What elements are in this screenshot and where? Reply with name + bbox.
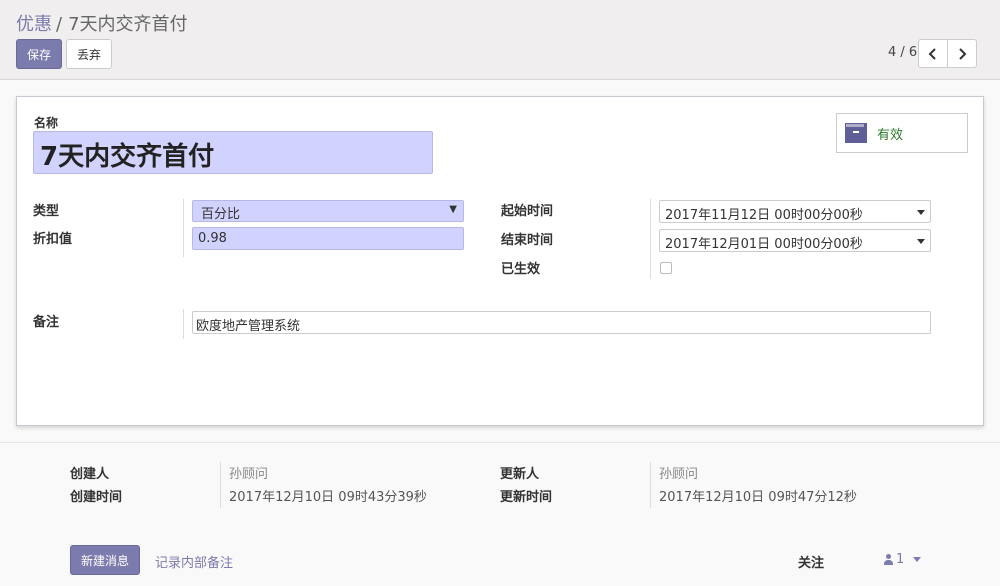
divider xyxy=(650,199,651,279)
divider xyxy=(650,462,651,508)
name-label: 名称 xyxy=(34,116,59,130)
caret-down-icon xyxy=(913,557,922,562)
chevron-right-icon xyxy=(959,47,967,60)
type-label: 类型 xyxy=(33,204,60,219)
log-note-link[interactable]: 记录内部备注 xyxy=(155,552,233,571)
pager-previous-button[interactable] xyxy=(918,39,948,68)
end-time-value: 2017年12月01日 00时00分00秒 xyxy=(665,237,863,252)
start-time-value: 2017年11月12日 00时00分00秒 xyxy=(665,208,863,223)
new-message-button[interactable]: 新建消息 xyxy=(70,545,140,575)
dropdown-caret-icon xyxy=(917,210,925,215)
dropdown-caret-icon xyxy=(917,239,925,244)
discount-label: 折扣值 xyxy=(33,232,73,247)
pager-next-button[interactable] xyxy=(947,39,977,68)
pager-value: 4 / 6 xyxy=(888,45,918,60)
save-button[interactable]: 保存 xyxy=(16,39,62,69)
active-toggle-button[interactable]: 有效 xyxy=(836,113,968,153)
created-time-value: 2017年12月10日 09时43分39秒 xyxy=(229,490,427,505)
end-time-label: 结束时间 xyxy=(501,233,554,248)
divider xyxy=(183,309,184,339)
breadcrumb-parent-link[interactable]: 优惠 xyxy=(16,14,52,35)
type-select-value: 百分比 xyxy=(201,207,241,222)
effective-checkbox[interactable] xyxy=(660,262,672,274)
start-time-label: 起始时间 xyxy=(501,204,554,219)
dropdown-caret-icon: ▼ xyxy=(449,204,457,215)
follow-button[interactable]: 关注 xyxy=(798,552,824,571)
divider xyxy=(183,199,184,257)
created-time-label: 创建时间 xyxy=(70,490,123,505)
updater-label: 更新人 xyxy=(500,467,540,482)
creator-link[interactable]: 孙顾问 xyxy=(229,463,268,482)
creator-label: 创建人 xyxy=(70,467,110,482)
breadcrumb: 优惠/7天内交齐首付 xyxy=(16,10,188,36)
note-input[interactable]: 欧度地产管理系统 xyxy=(192,311,931,334)
chevron-left-icon xyxy=(928,47,936,60)
breadcrumb-separator: / xyxy=(56,14,63,35)
updater-link[interactable]: 孙顾问 xyxy=(659,463,698,482)
active-status-label: 有效 xyxy=(877,127,904,143)
form-sheet: 名称 7天内交齐首付 有效 类型 折扣值 百分比 ▼ 0.98 起始时间 结束时… xyxy=(16,96,984,426)
archive-icon xyxy=(845,123,867,143)
updated-time-label: 更新时间 xyxy=(500,490,553,505)
type-select[interactable]: 百分比 ▼ xyxy=(192,200,464,222)
divider xyxy=(220,462,221,508)
control-panel: 优惠/7天内交齐首付 保存 丢弃 4 / 6 xyxy=(0,0,1000,80)
updated-time-value: 2017年12月10日 09时47分12秒 xyxy=(659,490,857,505)
name-input[interactable]: 7天内交齐首付 xyxy=(33,131,433,174)
followers-dropdown[interactable]: 1 xyxy=(884,552,922,567)
effective-label: 已生效 xyxy=(501,262,541,277)
start-time-input[interactable]: 2017年11月12日 00时00分00秒 xyxy=(659,200,931,223)
followers-count: 1 xyxy=(896,552,905,567)
note-label: 备注 xyxy=(33,315,60,330)
discard-button[interactable]: 丢弃 xyxy=(66,39,112,69)
end-time-input[interactable]: 2017年12月01日 00时00分00秒 xyxy=(659,229,931,252)
discount-input[interactable]: 0.98 xyxy=(192,227,464,250)
breadcrumb-current: 7天内交齐首付 xyxy=(68,14,188,35)
user-icon xyxy=(884,554,893,565)
